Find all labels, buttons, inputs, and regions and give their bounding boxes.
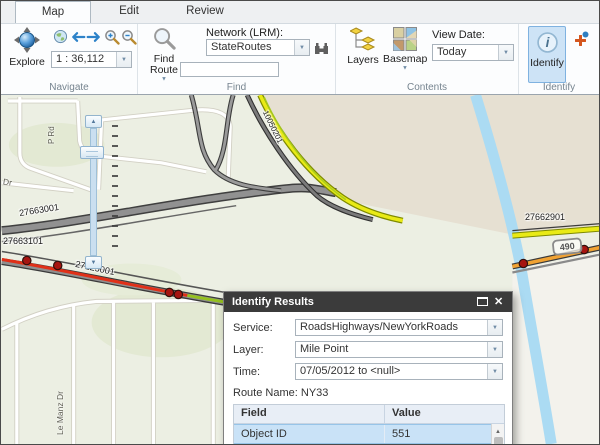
view-date-label: View Date:: [432, 29, 485, 41]
identify-route-locations-button[interactable]: [572, 30, 589, 47]
time-value: 07/05/2012 to <null>: [296, 364, 487, 379]
tab-map[interactable]: Map: [15, 1, 91, 23]
zoom-out-icon: [121, 29, 137, 45]
scale-combobox[interactable]: 1 : 36,112: [51, 51, 132, 68]
table-scrollbar[interactable]: [491, 424, 504, 444]
route-shield: 490: [553, 238, 582, 255]
scroll-up-icon[interactable]: [492, 424, 504, 435]
street-label-le-manz-dr: Le Manz Dr: [55, 391, 65, 435]
globe-icon: [53, 29, 68, 44]
layers-label: Layers: [344, 55, 382, 66]
dropdown-arrow-icon[interactable]: [294, 40, 309, 55]
view-date-combobox[interactable]: Today: [432, 44, 514, 61]
plus-info-icon: [573, 31, 589, 47]
identify-button[interactable]: i Identify: [528, 26, 566, 83]
basemap-dropdown-icon[interactable]: [400, 65, 410, 73]
dialog-title-bar[interactable]: Identify Results: [224, 292, 512, 312]
street-label-p-rd: P Rd: [47, 126, 56, 144]
time-label: Time:: [233, 366, 295, 378]
street-label-dr: Dr: [2, 176, 12, 187]
maximize-icon[interactable]: [477, 297, 488, 306]
binoculars-search-button[interactable]: [313, 39, 330, 56]
network-combobox[interactable]: StateRoutes: [206, 39, 310, 56]
service-label: Service:: [233, 322, 295, 334]
table-header-row: Field Value: [234, 405, 504, 424]
network-lrm-label: Network (LRM):: [206, 27, 283, 39]
group-label-find: Find: [138, 82, 335, 93]
fixed-zoom-out-button[interactable]: [120, 28, 137, 45]
slider-handle[interactable]: [80, 146, 104, 159]
basemap-button[interactable]: Basemap: [383, 27, 427, 76]
zoom-in-icon: [104, 29, 120, 45]
slider-tick-marks: [112, 125, 118, 255]
service-value: RoadsHighways/NewYorkRoads: [296, 320, 487, 335]
dropdown-arrow-icon[interactable]: [487, 342, 502, 357]
group-label-identify: Identify: [519, 82, 599, 93]
route-name-label: Route Name:: [233, 387, 298, 399]
arrow-left-icon: [69, 30, 86, 44]
find-route-button[interactable]: Find Route: [141, 26, 187, 87]
next-extent-button[interactable]: [86, 28, 103, 45]
column-header-value[interactable]: Value: [384, 405, 491, 423]
scale-value: 1 : 36,112: [52, 52, 116, 67]
binoculars-icon: [313, 41, 330, 55]
dropdown-arrow-icon[interactable]: [498, 45, 513, 60]
navigate-icon-row: [52, 28, 137, 45]
layers-toc-icon: [350, 27, 376, 52]
slider-zoom-in-button[interactable]: [85, 115, 102, 128]
svg-text:i: i: [545, 35, 549, 50]
layer-value: Mile Point: [296, 342, 487, 357]
scrollbar-thumb[interactable]: [494, 437, 503, 444]
layers-button[interactable]: Layers: [344, 27, 382, 66]
group-label-navigate: Navigate: [1, 82, 137, 93]
explore-label: Explore: [4, 57, 50, 68]
map-canvas[interactable]: 490 27663001 27663101 27125001 27662901 …: [1, 95, 599, 444]
slider-zoom-out-button[interactable]: [85, 256, 102, 269]
fixed-zoom-in-button[interactable]: [103, 28, 120, 45]
route-label-27663101: 27663101: [3, 236, 43, 246]
view-date-value: Today: [433, 45, 498, 60]
identify-info-icon: i: [536, 31, 559, 54]
identify-button-label: Identify: [529, 57, 565, 69]
ribbon-group-contents: Layers Basemap View Date: Today: [336, 24, 519, 94]
ribbon-group-navigate: Explore: [1, 24, 138, 94]
ribbon-group-find: Find Route Network (LRM): StateRoutes Fi…: [138, 24, 336, 94]
layer-label: Layer:: [233, 344, 295, 356]
full-extent-button[interactable]: [52, 28, 69, 45]
dropdown-arrow-icon[interactable]: [116, 52, 131, 67]
magnifier-icon: [152, 26, 177, 51]
table-row[interactable]: Object ID 551: [234, 424, 504, 444]
ribbon: Explore: [1, 24, 599, 95]
explore-compass-icon: [14, 27, 40, 54]
service-combobox[interactable]: RoadsHighways/NewYorkRoads: [295, 319, 503, 336]
network-value: StateRoutes: [207, 40, 294, 55]
tab-edit[interactable]: Edit: [91, 1, 167, 23]
arrow-right-icon: [86, 30, 103, 44]
route-search-input[interactable]: [180, 62, 279, 77]
identify-results-dialog: Identify Results Service: RoadsHighways/…: [223, 291, 513, 444]
route-name-row: Route Name: NY33: [233, 385, 503, 404]
basemap-tiles-icon: [393, 27, 417, 51]
ribbon-group-identify: i Identify Identify: [519, 24, 599, 94]
time-combobox[interactable]: 07/05/2012 to <null>: [295, 363, 503, 380]
dropdown-arrow-icon[interactable]: [487, 320, 502, 335]
dialog-body: Service: RoadsHighways/NewYorkRoads Laye…: [224, 312, 512, 444]
layer-combobox[interactable]: Mile Point: [295, 341, 503, 358]
explore-button[interactable]: Explore: [4, 27, 50, 68]
dropdown-arrow-icon[interactable]: [487, 364, 502, 379]
dialog-title: Identify Results: [232, 292, 477, 312]
close-icon[interactable]: [494, 292, 506, 312]
app-window: Map Edit Review Explore: [0, 0, 600, 445]
svg-text:490: 490: [559, 241, 575, 253]
route-name-value: NY33: [301, 387, 329, 399]
tab-review[interactable]: Review: [167, 1, 243, 23]
previous-extent-button[interactable]: [69, 28, 86, 45]
attribute-table: Field Value Object ID 551 From Date 7/5/…: [233, 404, 505, 444]
ribbon-tab-strip: Map Edit Review: [1, 1, 599, 24]
route-label-27662901: 27662901: [525, 212, 565, 222]
column-header-field[interactable]: Field: [234, 405, 384, 423]
group-label-contents: Contents: [336, 82, 518, 93]
